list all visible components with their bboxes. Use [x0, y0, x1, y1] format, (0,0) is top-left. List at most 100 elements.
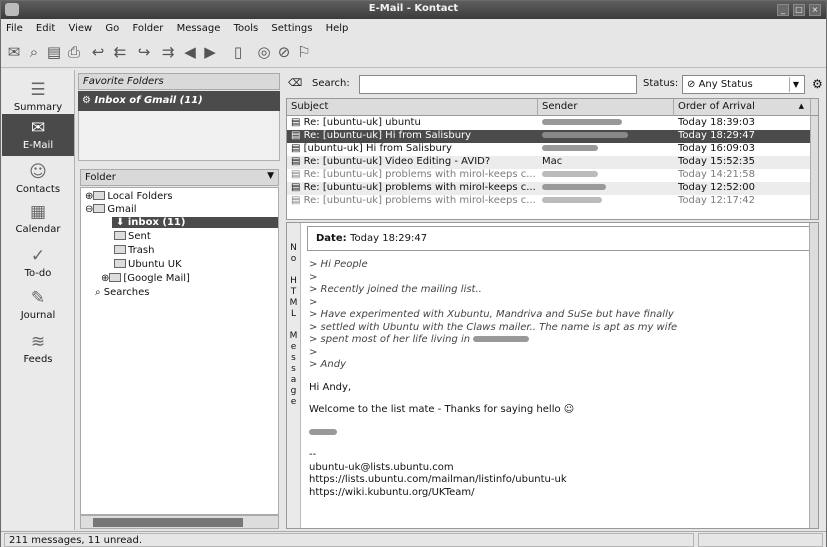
watch-icon[interactable]: ◎ — [255, 43, 273, 61]
folder-tree: ⊕ Local Folders ⊖ Gmail ⬇ inbox (11) Sent … — [80, 187, 279, 515]
spam-icon[interactable]: ⚐ — [295, 43, 313, 61]
status-icon: ⊘ — [687, 79, 699, 90]
folder-gmail[interactable]: ⊖ Gmail — [85, 204, 137, 215]
menu-tools[interactable]: Tools — [229, 20, 264, 34]
smiley-icon: ☺ — [563, 404, 575, 415]
message-time: Today 12:17:42 — [678, 195, 756, 206]
folder-inbox[interactable]: ⬇ inbox (11) — [112, 217, 278, 228]
message-list-scrollbar[interactable] — [810, 116, 818, 219]
message-time: Today 12:52:00 — [678, 182, 756, 193]
trash-icon[interactable]: ▯ — [229, 43, 247, 61]
save-icon[interactable]: ▤ — [45, 43, 63, 61]
folder-searches[interactable]: ⌕ Searches — [95, 287, 150, 298]
quoted-line: > — [309, 271, 318, 283]
folder-trash[interactable]: Trash — [114, 245, 154, 256]
message-sender — [538, 169, 674, 180]
no-html-message-tab[interactable]: No HTML Message — [287, 223, 301, 528]
quoted-line: > Hi People — [309, 259, 368, 270]
nav-calendar[interactable]: ▦ Calendar — [2, 198, 74, 240]
search-row: ⌫ Search: Status: ⊘ Any Status ▼ ⚙ — [286, 75, 826, 95]
folder-horizontal-scrollbar[interactable] — [80, 515, 279, 529]
expand-icon[interactable]: ⊕ — [85, 191, 93, 202]
collapse-icon[interactable]: ⊖ — [85, 204, 93, 215]
menu-help[interactable]: Help — [321, 20, 354, 34]
forward-icon[interactable]: ↪ — [135, 43, 153, 61]
nav-label: Journal — [20, 310, 56, 321]
team-url[interactable]: https://wiki.kubuntu.org/UKTeam/ — [309, 487, 809, 500]
next-icon[interactable]: ▶ — [201, 43, 219, 61]
find-icon[interactable]: ⌕ — [25, 43, 43, 61]
message-time: Today 14:21:58 — [678, 169, 756, 180]
forward-alt-icon[interactable]: ⇉ — [159, 43, 177, 61]
folder-sent[interactable]: Sent — [114, 231, 151, 242]
column-sender[interactable]: Sender — [538, 99, 674, 116]
nav-summary[interactable]: ☰ Summary — [2, 76, 74, 118]
favorite-inbox-gmail[interactable]: ⚙ Inbox of Gmail (11) — [78, 91, 280, 111]
clear-search-icon[interactable]: ⌫ — [288, 78, 302, 89]
maximize-icon[interactable]: □ — [793, 4, 805, 16]
greeting-text: Hi Andy, — [309, 381, 352, 393]
quoted-line: > settled with Ubuntu with the Claws mai… — [309, 321, 678, 333]
mail-status-icon: ▤ — [291, 182, 304, 193]
message-list: Subject Sender Order of Arrival ▲ ▤ Re: … — [286, 98, 819, 220]
reply-icon[interactable]: ↩ — [89, 43, 107, 61]
redacted-text — [542, 145, 598, 151]
welcome-text: Welcome to the list mate - Thanks for sa… — [309, 404, 575, 415]
menu-message[interactable]: Message — [172, 20, 226, 34]
column-subject[interactable]: Subject — [287, 99, 538, 116]
nav-journal[interactable]: ✎ Journal — [2, 284, 74, 326]
message-subject: ▤ Re: [ubuntu-uk] Hi from Salisbury — [291, 130, 472, 141]
menu-file[interactable]: File — [1, 20, 28, 34]
menu-settings[interactable]: Settings — [266, 20, 317, 34]
favorite-folders-header: Favorite Folders — [78, 73, 280, 90]
message-list-header: Subject Sender Order of Arrival ▲ — [287, 99, 818, 116]
message-row[interactable]: ▤ Re: [ubuntu-uk] ubuntu Today 18:39:03 — [287, 117, 818, 130]
message-row-selected[interactable]: ▤ Re: [ubuntu-uk] Hi from Salisbury Toda… — [287, 130, 818, 143]
message-row[interactable]: ▤ [ubuntu-uk] Hi from Salisbury Today 16… — [287, 143, 818, 156]
list-url[interactable]: https://lists.ubuntu.com/mailman/listinf… — [309, 474, 809, 487]
message-row[interactable]: ▤ Re: [ubuntu-uk] problems with mirol-ke… — [287, 169, 818, 182]
folder-header[interactable]: Folder ▼ — [80, 169, 279, 186]
message-subject: ▤ Re: [ubuntu-uk] problems with mirol-ke… — [291, 195, 536, 206]
nav-contacts[interactable]: ☺ Contacts — [2, 158, 74, 200]
print-icon[interactable]: ⎙ — [65, 43, 83, 61]
status-filter-select[interactable]: ⊘ Any Status ▼ — [682, 75, 805, 94]
back-icon[interactable]: ◀ — [181, 43, 199, 61]
search-options-icon[interactable]: ⚙ — [812, 77, 823, 91]
folder-google-mail[interactable]: ⊕ [Google Mail] — [101, 273, 190, 284]
scrollbar-thumb[interactable] — [93, 518, 243, 527]
menu-folder[interactable]: Folder — [127, 20, 168, 34]
message-row[interactable]: ▤ Re: [ubuntu-uk] problems with mirol-ke… — [287, 195, 818, 208]
nav-feeds[interactable]: ≋ Feeds — [2, 328, 74, 370]
favorite-label: Inbox of Gmail (11) — [94, 95, 203, 106]
column-order[interactable]: Order of Arrival ▲ — [674, 99, 811, 116]
folder-local[interactable]: ⊕ Local Folders — [85, 191, 173, 202]
menu-bar: File Edit View Go Folder Message Tools S… — [1, 20, 826, 38]
chevron-down-icon[interactable]: ▼ — [789, 77, 802, 92]
search-input[interactable] — [359, 75, 637, 94]
ignore-icon[interactable]: ⊘ — [275, 43, 293, 61]
todo-icon: ✓ — [30, 246, 46, 266]
reply-all-icon[interactable]: ⇇ — [111, 43, 129, 61]
message-time: Today 18:29:47 — [678, 130, 756, 141]
chevron-down-icon[interactable]: ▼ — [267, 171, 274, 181]
folder-ubuntu-uk[interactable]: Ubuntu UK — [114, 259, 182, 270]
reading-pane-scrollbar[interactable] — [809, 223, 818, 528]
nav-email[interactable]: ✉ E-Mail — [2, 114, 74, 156]
message-row[interactable]: ▤ Re: [ubuntu-uk] Video Editing - AVID? … — [287, 156, 818, 169]
menu-edit[interactable]: Edit — [31, 20, 60, 34]
redacted-text — [542, 184, 606, 190]
expand-icon[interactable]: ⊕ — [101, 273, 109, 284]
nav-todo[interactable]: ✓ To-do — [2, 242, 74, 284]
list-email[interactable]: ubuntu-uk@lists.ubuntu.com — [309, 462, 809, 475]
title-bar: E-Mail - Kontact _ □ × — [1, 1, 826, 19]
message-subject: ▤ Re: [ubuntu-uk] ubuntu — [291, 117, 421, 128]
menu-view[interactable]: View — [63, 20, 97, 34]
component-sidebar: ☰ Summary ✉ E-Mail ☺ Contacts ▦ Calendar… — [2, 70, 75, 530]
close-icon[interactable]: × — [809, 4, 821, 16]
minimize-icon[interactable]: _ — [777, 4, 789, 16]
message-row[interactable]: ▤ Re: [ubuntu-uk] problems with mirol-ke… — [287, 182, 818, 195]
message-time: Today 15:52:35 — [678, 156, 756, 167]
new-mail-icon[interactable]: ✉ — [5, 43, 23, 61]
menu-go[interactable]: Go — [100, 20, 124, 34]
